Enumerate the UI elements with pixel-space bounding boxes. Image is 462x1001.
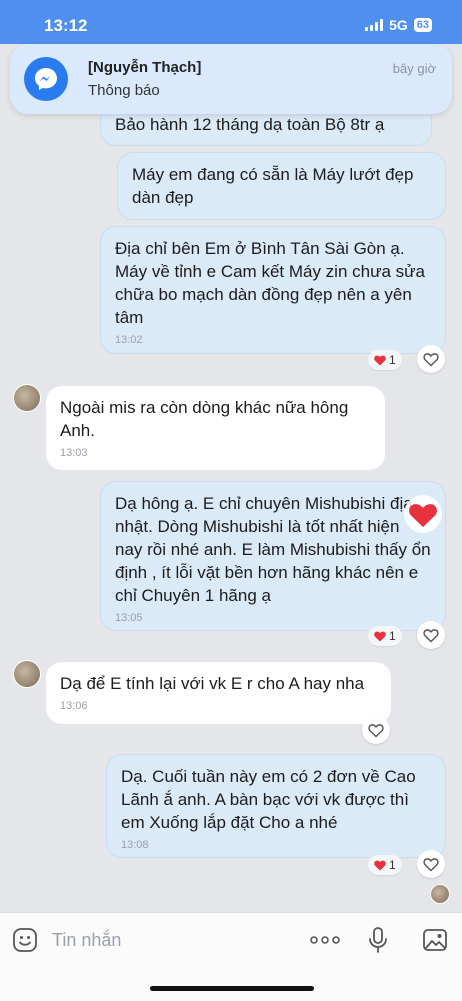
home-indicator bbox=[150, 986, 314, 991]
like-button[interactable] bbox=[417, 621, 445, 649]
message-time: 13:06 bbox=[60, 700, 88, 712]
heart-icon bbox=[374, 631, 386, 641]
notification-body: Thông báo bbox=[88, 82, 160, 99]
signal-icon bbox=[365, 19, 384, 31]
message-time: 13:02 bbox=[115, 334, 143, 346]
like-button[interactable] bbox=[417, 850, 445, 878]
notification-time: bây giờ bbox=[392, 61, 436, 76]
heart-reaction-icon bbox=[404, 495, 442, 533]
contact-avatar[interactable] bbox=[13, 384, 41, 412]
status-time: 13:12 bbox=[44, 16, 88, 35]
reaction-count: 1 bbox=[389, 858, 396, 872]
message-text: Dạ để E tính lại với vk E r cho A hay nh… bbox=[60, 674, 365, 693]
outgoing-message[interactable]: Địa chỉ bên Em ở Bình Tân Sài Gòn ạ. Máy… bbox=[100, 226, 446, 354]
status-indicators: 5G 63 bbox=[365, 17, 432, 33]
message-text: Dạ hông ạ. E chỉ chuyên Mishubishi địa n… bbox=[115, 494, 431, 605]
outgoing-message[interactable]: Dạ hông ạ. E chỉ chuyên Mishubishi địa n… bbox=[100, 481, 446, 631]
like-button[interactable] bbox=[417, 345, 445, 373]
message-input[interactable]: Tin nhắn bbox=[52, 930, 121, 951]
message-text: Máy em đang có sẵn là Máy lướt đẹp dàn đ… bbox=[132, 165, 414, 207]
notification-banner[interactable]: [Nguyễn Thạch] Thông báo bây giờ bbox=[10, 44, 452, 114]
message-time: 13:08 bbox=[121, 839, 149, 851]
message-text: Dạ. Cuối tuần này em có 2 đơn về Cao Lãn… bbox=[121, 767, 416, 832]
heart-icon bbox=[374, 355, 386, 365]
emoji-icon[interactable] bbox=[12, 927, 38, 953]
message-time: 13:05 bbox=[115, 612, 143, 624]
like-button[interactable] bbox=[362, 716, 390, 744]
message-text: Bảo hành 12 tháng dạ toàn Bộ 8tr ạ bbox=[115, 115, 385, 134]
message-text: Địa chỉ bên Em ở Bình Tân Sài Gòn ạ. Máy… bbox=[115, 239, 425, 327]
heart-icon bbox=[374, 860, 386, 870]
mic-icon[interactable] bbox=[368, 926, 388, 954]
like-icon bbox=[368, 723, 384, 737]
battery-icon: 63 bbox=[413, 18, 432, 32]
more-icon[interactable] bbox=[310, 935, 340, 945]
reaction-badge[interactable]: 1 bbox=[368, 626, 402, 646]
outgoing-message[interactable]: Máy em đang có sẵn là Máy lướt đẹp dàn đ… bbox=[117, 152, 446, 220]
outgoing-message[interactable]: Dạ. Cuối tuần này em có 2 đơn về Cao Lãn… bbox=[106, 754, 446, 858]
contact-avatar[interactable] bbox=[13, 660, 41, 688]
reaction-count: 1 bbox=[389, 353, 396, 367]
message-text: Ngoài mis ra còn dòng khác nữa hông Anh. bbox=[60, 398, 349, 440]
like-icon bbox=[423, 628, 439, 642]
seen-avatar bbox=[430, 884, 450, 904]
message-time: 13:03 bbox=[60, 447, 88, 459]
like-icon bbox=[423, 857, 439, 871]
reaction-badge[interactable]: 1 bbox=[368, 855, 402, 875]
notification-sender: [Nguyễn Thạch] bbox=[88, 59, 202, 76]
messenger-icon bbox=[24, 57, 68, 101]
incoming-message[interactable]: Ngoài mis ra còn dòng khác nữa hông Anh.… bbox=[46, 386, 385, 470]
reaction-count: 1 bbox=[389, 629, 396, 643]
status-bar: 13:12 5G 63 bbox=[0, 0, 462, 44]
like-icon bbox=[423, 352, 439, 366]
incoming-message[interactable]: Dạ để E tính lại với vk E r cho A hay nh… bbox=[46, 662, 391, 724]
network-label: 5G bbox=[389, 17, 408, 33]
image-icon[interactable] bbox=[422, 927, 448, 953]
reaction-badge[interactable]: 1 bbox=[368, 350, 402, 370]
